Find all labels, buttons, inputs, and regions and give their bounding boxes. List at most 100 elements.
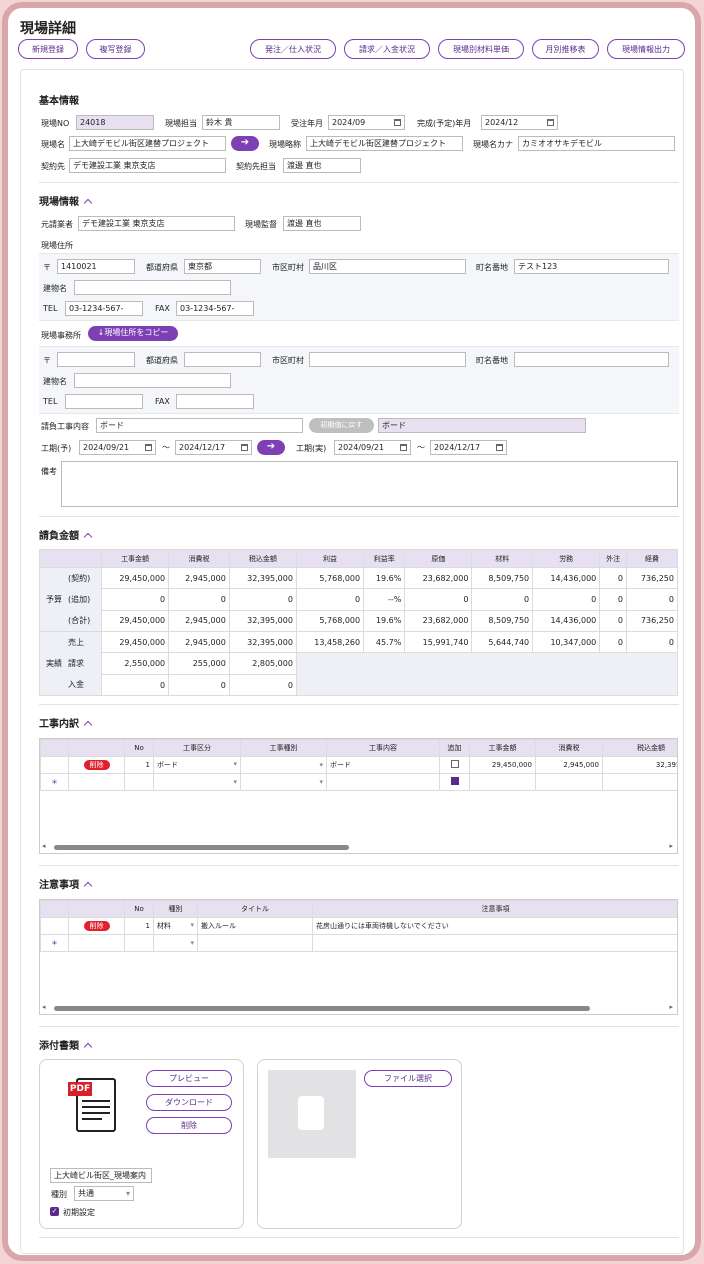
dropdown-icon: ▾ xyxy=(190,939,194,947)
done-label: 完成(予定)年月 xyxy=(417,119,472,128)
minus-checkbox[interactable] xyxy=(450,777,459,785)
table-row: ＊ ▾ xyxy=(40,934,677,952)
notes-heading[interactable]: 注意事項 xyxy=(39,876,93,891)
arrow-right-button[interactable]: ➔ xyxy=(257,440,285,455)
actual-label: 工期(実) xyxy=(296,444,327,453)
attach-heading[interactable]: 添付書類 xyxy=(39,1037,93,1052)
office-zip-field[interactable] xyxy=(57,352,135,367)
content-field[interactable]: ボード xyxy=(96,418,303,433)
type-select[interactable]: 共通 ▾ xyxy=(74,1186,134,1201)
scroll-left-icon: ◂ xyxy=(42,842,46,850)
city-field[interactable]: 品川区 xyxy=(309,259,466,274)
dropdown-icon: ▾ xyxy=(233,760,237,768)
empty-attachment-card: ファイル選択 xyxy=(257,1059,462,1229)
delete-button[interactable]: 削除 xyxy=(83,921,110,931)
office-tel-field[interactable] xyxy=(65,394,143,409)
material-price-button[interactable]: 現場別材料単価 xyxy=(438,39,524,59)
calendar-icon xyxy=(145,444,152,451)
office-zip-label: 〒 xyxy=(43,356,51,365)
prime-field[interactable]: デモ建設工業 東京支店 xyxy=(78,216,235,231)
office-building-field[interactable] xyxy=(74,373,231,388)
default-checkbox[interactable]: ✓ xyxy=(50,1207,59,1216)
zip-label: 〒 xyxy=(43,263,51,272)
calendar-icon xyxy=(400,444,407,451)
office-town-field[interactable] xyxy=(514,352,669,367)
copy-address-button[interactable]: ↓現場住所をコピー xyxy=(88,326,178,341)
chevron-up-icon xyxy=(83,881,93,891)
abbr-label: 現場略称 xyxy=(269,140,301,149)
site-heading[interactable]: 現場情報 xyxy=(39,193,93,208)
tel-field[interactable]: 03-1234-567- xyxy=(65,301,143,316)
new-button[interactable]: 新規登録 xyxy=(18,39,78,59)
monthly-button[interactable]: 月別推移表 xyxy=(532,39,599,59)
chevron-up-icon xyxy=(83,720,93,730)
calendar-icon[interactable] xyxy=(547,119,554,126)
output-button[interactable]: 現場情報出力 xyxy=(607,39,685,59)
default-label: 初期設定 xyxy=(63,1208,95,1217)
super-label: 現場監督 xyxy=(245,220,277,229)
divider xyxy=(39,704,679,705)
client-person-field[interactable]: 渡邊 直也 xyxy=(283,158,361,173)
toolbar: 新規登録 複写登録 発注／仕入状況 請求／入金状況 現場別材料単価 月別推移表 … xyxy=(18,39,685,61)
delete-file-button[interactable]: 削除 xyxy=(146,1117,232,1134)
copy-register-button[interactable]: 複写登録 xyxy=(86,39,145,59)
content-label: 請負工事内容 xyxy=(41,422,89,431)
office-city-label: 市区町村 xyxy=(272,356,304,365)
download-button[interactable]: ダウンロード xyxy=(146,1094,232,1111)
memo-field[interactable] xyxy=(61,461,678,507)
act-to-field[interactable]: 2024/12/17 xyxy=(430,440,507,455)
address-label: 現場住所 xyxy=(41,241,73,250)
horizontal-scrollbar[interactable]: ◂ ▸ xyxy=(40,841,677,853)
basic-heading: 基本情報 xyxy=(39,96,79,107)
delete-button[interactable]: 削除 xyxy=(83,760,110,770)
pref-field[interactable]: 東京都 xyxy=(184,259,261,274)
breakdown-grid[interactable]: No 工事区分 工事種別 工事内容 追加 工事金額 消費税 税込金額 削除 1 ボード ▾ ▾ … xyxy=(39,738,678,854)
dropdown-icon: ▾ xyxy=(319,761,323,769)
scroll-right-icon: ▸ xyxy=(669,1003,673,1011)
dropdown-icon: ▾ xyxy=(190,921,194,929)
office-label: 現場事務所 xyxy=(41,331,81,340)
site-no-field[interactable]: 24018 xyxy=(76,115,154,130)
amount-table: 工事金額 消費税 税込金額 利益 利益率 原価 材料 労務 外注 経費 予算 (契約) (追加) (合計… xyxy=(39,549,679,696)
arrow-right-button[interactable]: ➔ xyxy=(231,136,259,151)
tilde: 〜 xyxy=(417,443,425,452)
content-default-field[interactable]: ボード xyxy=(378,418,586,433)
divider xyxy=(39,1026,679,1027)
done-month-field[interactable]: 2024/12 xyxy=(481,115,558,130)
order-month-field[interactable]: 2024/09 xyxy=(328,115,405,130)
fax-field[interactable]: 03-1234-567- xyxy=(176,301,254,316)
add-checkbox[interactable] xyxy=(450,760,459,768)
act-from-field[interactable]: 2024/09/21 xyxy=(334,440,411,455)
horizontal-scrollbar[interactable]: ◂ ▸ xyxy=(40,1002,677,1014)
town-field[interactable]: テスト123 xyxy=(514,259,669,274)
filename-field[interactable]: 上大崎ビル街区_現場案内 xyxy=(50,1168,152,1183)
plan-to-field[interactable]: 2024/12/17 xyxy=(175,440,252,455)
notes-grid[interactable]: No 種別 タイトル 注意事項 削除 1 材料 ▾ 搬入ルール 花房山通りには車両待機し… xyxy=(39,899,678,1015)
fax-label: FAX xyxy=(155,304,170,313)
amount-heading[interactable]: 請負金額 xyxy=(39,527,93,542)
site-name-field[interactable]: 上大崎デモビル街区建替プロジェクト xyxy=(69,136,226,151)
chevron-down-icon: ▾ xyxy=(125,1189,130,1198)
town-label: 町名番地 xyxy=(476,263,508,272)
calendar-icon[interactable] xyxy=(394,119,401,126)
person-field[interactable]: 鈴木 貴 xyxy=(202,115,280,130)
office-fax-field[interactable] xyxy=(176,394,254,409)
office-pref-field[interactable] xyxy=(184,352,261,367)
invoice-status-button[interactable]: 請求／入金状況 xyxy=(344,39,430,59)
plan-from-field[interactable]: 2024/09/21 xyxy=(79,440,156,455)
client-field[interactable]: デモ建設工業 東京支店 xyxy=(69,158,226,173)
person-label: 現場担当 xyxy=(165,119,197,128)
super-field[interactable]: 渡邊 直也 xyxy=(283,216,361,231)
reset-button[interactable]: 初期値に戻す xyxy=(309,418,374,433)
no-label: 現場NO xyxy=(41,119,70,128)
site-abbr-field[interactable]: 上大崎デモビル街区建替プロジェクト xyxy=(306,136,463,151)
building-label: 建物名 xyxy=(43,284,67,293)
select-file-button[interactable]: ファイル選択 xyxy=(364,1070,452,1087)
preview-button[interactable]: プレビュー xyxy=(146,1070,232,1087)
office-city-field[interactable] xyxy=(309,352,466,367)
order-status-button[interactable]: 発注／仕入状況 xyxy=(250,39,336,59)
zip-field[interactable]: 1410021 xyxy=(57,259,135,274)
building-field[interactable] xyxy=(74,280,231,295)
breakdown-heading[interactable]: 工事内訳 xyxy=(39,715,93,730)
kana-field[interactable]: カミオオサキデモビル xyxy=(518,136,675,151)
